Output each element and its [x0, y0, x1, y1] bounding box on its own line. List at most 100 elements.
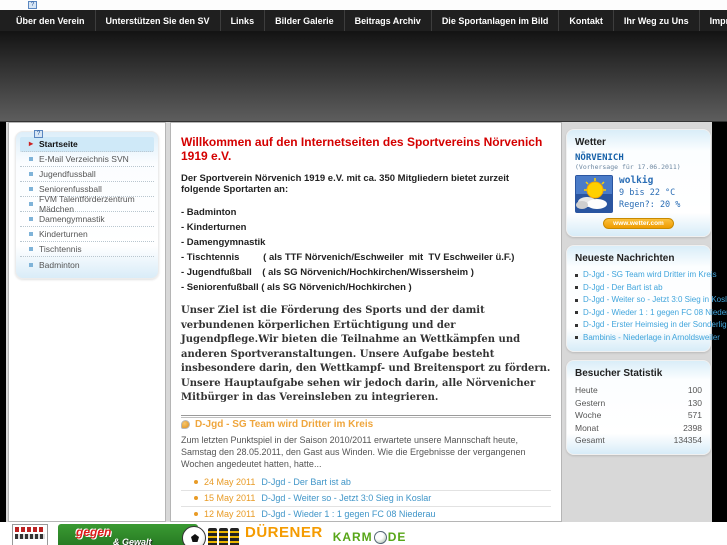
sidebar-item-label: FVM Talentförderzentrum Mädchen: [39, 194, 135, 214]
sidebar-item-tischtennis[interactable]: Tischtennis: [20, 242, 154, 257]
sidebar-item-label: Startseite: [39, 139, 78, 149]
news-bubble-icon: [181, 419, 190, 429]
square-bullet-icon: [29, 157, 33, 161]
stat-label: Woche: [575, 410, 602, 420]
stat-value: 100: [687, 385, 702, 395]
weather-details: wolkig 9 bis 22 °C Regen?: 20 %: [619, 175, 680, 213]
news-link[interactable]: D-Jgd - Weiter so - Jetzt 3:0 Sieg in Ko…: [261, 493, 431, 503]
sidebar-item-damengymnastik[interactable]: Damengymnastik: [20, 212, 154, 227]
bullet-icon: [194, 480, 198, 484]
square-bullet-icon: [29, 262, 33, 267]
stat-label: Gesamt: [575, 435, 605, 445]
square-bullet-icon: [575, 323, 578, 327]
news-date: 24 May 2011: [204, 477, 256, 487]
nav-item-beitrags-archiv[interactable]: Beitrags Archiv: [345, 10, 432, 31]
stat-value: 130: [687, 397, 702, 408]
intro-text: Der Sportverein Nörvenich 1919 e.V. mit …: [181, 173, 510, 195]
weather-city: NÖRVENICH: [575, 153, 624, 163]
sidebar-item-label: Seniorenfussball: [39, 184, 102, 194]
mission-text: Unser Ziel ist die Förderung des Sports …: [181, 305, 551, 403]
weather-box: Wetter NÖRVENICH (Vorhersage für 17.06.2…: [566, 129, 711, 237]
building-icon: [219, 528, 228, 545]
square-bullet-icon: [575, 298, 578, 302]
stat-label: Monat: [575, 422, 599, 433]
broken-image-icon: ?: [28, 1, 37, 9]
news-row[interactable]: 15 May 2011 D-Jgd - Weiter so - Jetzt 3:…: [181, 491, 551, 507]
nav-item-kontakt[interactable]: Kontakt: [559, 10, 614, 31]
latest-news-link[interactable]: Bambinis - Niederlage in Arnoldsweiler: [583, 332, 720, 345]
sponsor-fairplay-logo[interactable]: [12, 524, 48, 545]
sport-line: - Badminton: [181, 207, 237, 218]
news-headline-row: D-Jgd - SG Team wird Dritter im Kreis: [181, 419, 551, 430]
sidebar-item-email-verzeichnis[interactable]: E-Mail Verzeichnis SVN: [20, 152, 154, 167]
latest-news-box: Neueste Nachrichten D-Jgd - SG Team wird…: [566, 245, 727, 352]
logo-stripe: [15, 527, 45, 532]
square-bullet-icon: [29, 232, 33, 236]
nav-item-bilder-galerie[interactable]: Bilder Galerie: [265, 10, 345, 31]
top-strip: ?: [0, 0, 727, 10]
square-bullet-icon: [575, 273, 578, 277]
latest-news-item[interactable]: D-Jgd - Weiter so - Jetzt 3:0 Sieg in Ko…: [575, 294, 727, 307]
nav-item-sportanlagen[interactable]: Die Sportanlagen im Bild: [432, 10, 560, 31]
soccer-ball-icon: [182, 526, 206, 545]
sidebar-item-label: E-Mail Verzeichnis SVN: [39, 154, 129, 164]
sport-line: - Damengymnastik: [181, 237, 266, 248]
latest-news-link[interactable]: D-Jgd - Der Bart ist ab: [583, 282, 663, 295]
sponsor-gegen-gewalt-banner[interactable]: gegen & Gewalt: [58, 524, 206, 545]
main-nav: Über den Verein Unterstützen Sie den SV …: [0, 10, 727, 31]
sidebar-item-startseite[interactable]: ▸ Startseite: [20, 137, 154, 152]
square-bullet-icon: [575, 336, 578, 340]
nav-item-ihr-weg-zu-uns[interactable]: Ihr Weg zu Uns: [614, 10, 700, 31]
square-bullet-icon: [575, 286, 578, 290]
sidebar-item-kinderturnen[interactable]: Kinderturnen: [20, 227, 154, 242]
weather-temperature: 9 bis 22 °C: [619, 188, 676, 198]
nav-item-unterstuetzen[interactable]: Unterstützen Sie den SV: [96, 10, 221, 31]
sponsor-karm-logo[interactable]: KARM DE: [333, 530, 407, 544]
sport-line: - Tischtennis ( als TTF Nörvenich/Eschwe…: [181, 252, 515, 263]
news-link[interactable]: D-Jgd - Wieder 1 : 1 gegen FC 08 Niedera…: [261, 509, 435, 519]
sponsor-footer: gegen & Gewalt DÜRENER KARM DE: [0, 522, 727, 545]
weather-link-row: www.wetter.com: [575, 218, 702, 229]
latest-news-item[interactable]: D-Jgd - Erster Heimsieg in der Sonderlig…: [575, 319, 727, 332]
sponsor-duerener-logo[interactable]: DÜRENER: [208, 524, 323, 545]
globe-icon: [373, 530, 387, 544]
sponsor-row: gegen & Gewalt DÜRENER KARM DE: [12, 524, 406, 545]
karm-wordmark-left: KARM: [332, 530, 373, 544]
header-banner: [0, 31, 727, 122]
news-row[interactable]: 12 May 2011 D-Jgd - Wieder 1 : 1 gegen F…: [181, 507, 551, 522]
nav-item-impressum[interactable]: Impressum: [700, 10, 727, 31]
stat-row: Woche 571: [575, 409, 702, 422]
latest-news-item[interactable]: Bambinis - Niederlage in Arnoldsweiler: [575, 332, 720, 345]
building-icon: [208, 528, 217, 545]
news-row[interactable]: 24 May 2011 D-Jgd - Der Bart ist ab: [181, 475, 551, 491]
stat-value: 571: [687, 410, 702, 420]
latest-news-item[interactable]: D-Jgd - Wieder 1 : 1 gegen FC 08 Niedera…: [575, 307, 727, 320]
sidebar-item-fvm-talentfoerderzentrum[interactable]: FVM Talentförderzentrum Mädchen: [20, 194, 154, 214]
stat-label: Heute: [575, 385, 598, 395]
square-bullet-icon: [29, 187, 33, 191]
latest-news-item[interactable]: D-Jgd - SG Team wird Dritter im Kreis: [575, 269, 717, 282]
news-link[interactable]: D-Jgd - Der Bart ist ab: [261, 477, 351, 487]
visitor-stats-box: Besucher Statistik Heute 100 Gestern 130…: [566, 360, 711, 455]
latest-news-link[interactable]: D-Jgd - SG Team wird Dritter im Kreis: [583, 269, 717, 282]
content-area: ▸ Startseite E-Mail Verzeichnis SVN Juge…: [6, 122, 727, 522]
sidebar-item-label: Tischtennis: [39, 244, 82, 254]
bullet-icon: [194, 512, 198, 516]
latest-news-link[interactable]: D-Jgd - Erster Heimsieg in der Sonderlig…: [583, 319, 727, 332]
logo-stripe: [15, 534, 45, 539]
sport-line: - Jugendfußball ( als SG Nörvenich/Hochk…: [181, 267, 474, 278]
sidebar-item-label: Jugendfussball: [39, 169, 96, 179]
square-bullet-icon: [29, 217, 33, 221]
sidebar-item-jugendfussball[interactable]: Jugendfussball: [20, 167, 154, 182]
sidebar-item-badminton[interactable]: Badminton: [20, 257, 154, 272]
latest-news-link[interactable]: D-Jgd - Wieder 1 : 1 gegen FC 08 Niedera…: [583, 307, 727, 320]
news-headline-link[interactable]: D-Jgd - SG Team wird Dritter im Kreis: [195, 419, 373, 430]
main-content: Willkommen auf den Internetseiten des Sp…: [34, 122, 562, 522]
wetter-com-link[interactable]: www.wetter.com: [603, 218, 674, 229]
nav-item-links[interactable]: Links: [221, 10, 266, 31]
weather-row: wolkig 9 bis 22 °C Regen?: 20 %: [575, 175, 702, 213]
latest-news-item[interactable]: D-Jgd - Der Bart ist ab: [575, 282, 702, 295]
nav-item-ueber-den-verein[interactable]: Über den Verein: [6, 10, 96, 31]
latest-news-link[interactable]: D-Jgd - Weiter so - Jetzt 3:0 Sieg in Ko…: [583, 294, 727, 307]
sidebar-item-label: Kinderturnen: [39, 229, 88, 239]
